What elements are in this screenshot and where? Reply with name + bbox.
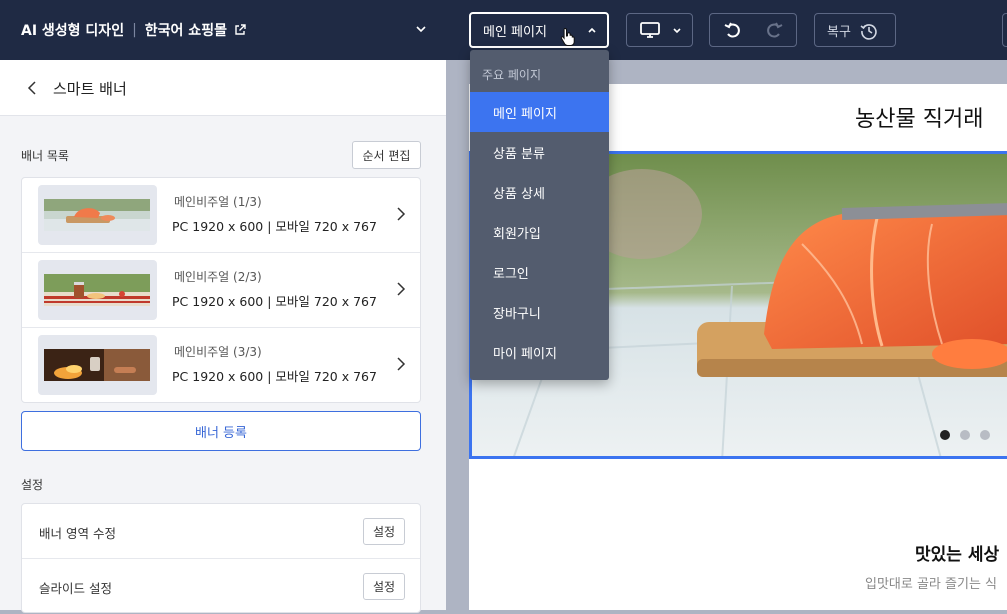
banner-list: 메인비주얼 (1/3) PC 1920 x 600 | 모바일 720 x 76… [21,177,421,403]
setting-label: 배너 영역 수정 [39,526,116,541]
setting-row-slide: 슬라이드 설정 설정 [22,559,420,614]
menu-item-my-page[interactable]: 마이 페이지 [470,332,609,372]
banner-list-heading: 배너 목록 [21,149,69,163]
menu-item-main-page[interactable]: 메인 페이지 [470,92,609,132]
hand-cursor-icon [560,27,575,46]
undo-icon[interactable] [724,22,742,39]
picnic-banner-thumbnail [44,274,150,306]
banner-item-2[interactable]: 메인비주얼 (2/3) PC 1920 x 600 | 모바일 720 x 76… [22,253,420,328]
banner-thumbnail [38,335,157,395]
shop-name[interactable]: 한국어 쇼핑몰 [145,20,227,40]
settings-list: 배너 영역 수정 설정 슬라이드 설정 설정 [21,503,421,613]
brand-separator: | [132,22,137,38]
slider-dot-1[interactable] [940,430,950,440]
slider-dot-3[interactable] [980,430,990,440]
banner-name: 메인비주얼 (2/3) [174,270,262,284]
salmon-banner-thumbnail [44,199,150,231]
dropdown-group-label: 주요 페이지 [482,68,542,82]
settings-heading: 설정 [21,478,44,492]
menu-item-login[interactable]: 로그인 [470,252,609,292]
chevron-right-icon [397,357,406,371]
setting-row-banner-area: 배너 영역 수정 설정 [22,504,420,559]
more-button[interactable] [1002,13,1007,47]
banner-size: PC 1920 x 600 | 모바일 720 x 767 [172,294,377,309]
desktop-monitor-icon [640,22,660,38]
chevron-right-icon [397,207,406,221]
order-edit-button[interactable]: 순서 편집 [352,141,421,169]
restore-label: 복구 [827,24,851,40]
smart-banner-panel: 스마트 배너 배너 목록 순서 편집 메인비주얼 (1/3) PC 1920 x… [0,60,446,613]
slide-settings-button[interactable]: 설정 [363,573,405,600]
site-title: 농산물 직거래 [855,107,984,132]
external-link-icon[interactable] [234,24,246,36]
banner-thumbnail [38,185,157,245]
setting-label: 슬라이드 설정 [39,581,112,596]
undo-redo-group [709,13,797,47]
grill-banner-thumbnail [44,349,150,381]
history-icon [860,24,877,40]
restore-button[interactable]: 복구 [814,13,896,47]
page-select-value: 메인 페이지 [483,24,547,40]
menu-item-signup[interactable]: 회원가입 [470,212,609,252]
section-heading: 맛있는 세상 [915,545,1000,565]
add-banner-button[interactable]: 배너 등록 [21,411,421,451]
banner-item-3[interactable]: 메인비주얼 (3/3) PC 1920 x 600 | 모바일 720 x 76… [22,328,420,403]
shop-switch-chevron-down-icon[interactable] [414,22,428,36]
banner-name: 메인비주얼 (3/3) [174,345,262,359]
banner-area-settings-button[interactable]: 설정 [363,518,405,545]
menu-item-category[interactable]: 상품 분류 [470,132,609,172]
chevron-down-icon [673,28,681,34]
slider-dot-2[interactable] [960,430,970,440]
app-title: AI 생성형 디자인 [21,23,125,39]
banner-name: 메인비주얼 (1/3) [174,195,262,209]
panel-title: 스마트 배너 [53,80,127,98]
banner-item-1[interactable]: 메인비주얼 (1/3) PC 1920 x 600 | 모바일 720 x 76… [22,178,420,253]
back-arrow-icon[interactable] [24,80,40,96]
chevron-up-icon [588,27,596,33]
device-toggle-button[interactable] [626,13,693,47]
page-dropdown-menu: 주요 페이지 메인 페이지 상품 분류 상품 상세 회원가입 로그인 장바구니 … [470,50,609,380]
section-subheading: 입맛대로 골라 즐기는 식 [865,577,997,592]
banner-size: PC 1920 x 600 | 모바일 720 x 767 [172,369,377,384]
chevron-right-icon [397,282,406,296]
panel-header: 스마트 배너 [0,60,446,116]
banner-thumbnail [38,260,157,320]
page-select[interactable]: 메인 페이지 [469,12,609,48]
menu-item-product-detail[interactable]: 상품 상세 [470,172,609,212]
banner-size: PC 1920 x 600 | 모바일 720 x 767 [172,219,377,234]
redo-icon[interactable] [765,22,783,39]
brand-area: AI 생성형 디자인 | 한국어 쇼핑몰 [21,20,246,40]
menu-item-cart[interactable]: 장바구니 [470,292,609,332]
